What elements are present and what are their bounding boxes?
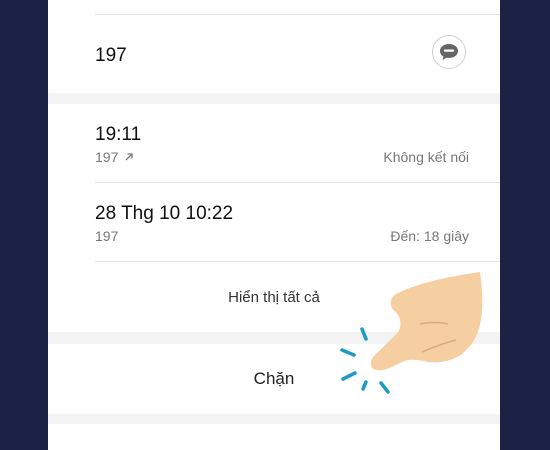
phone-screen: 197 19:11 197 Không kết nối 28 Thg 10 10… xyxy=(48,0,500,450)
message-button[interactable] xyxy=(432,35,466,69)
call-number: 197 xyxy=(95,228,119,244)
call-number-line: 197 xyxy=(95,149,134,165)
call-log-item[interactable]: 19:11 197 Không kết nối xyxy=(48,104,500,182)
call-time: 28 Thg 10 10:22 xyxy=(95,203,234,224)
call-made-arrow-icon xyxy=(125,153,134,161)
contact-number-card: 197 xyxy=(48,0,500,93)
message-bubble-icon xyxy=(440,44,458,60)
call-number: 197 xyxy=(95,149,119,165)
block-card: Chặn xyxy=(48,344,500,414)
next-card xyxy=(48,424,500,450)
call-history-card: 19:11 197 Không kết nối 28 Thg 10 10:22 … xyxy=(48,104,500,332)
call-number-line: 197 xyxy=(95,228,118,244)
call-status: Không kết nối xyxy=(383,149,469,165)
block-button[interactable]: Chặn xyxy=(48,344,500,414)
call-time: 19:11 xyxy=(95,124,142,145)
divider xyxy=(95,14,500,15)
call-log-item[interactable]: 28 Thg 10 10:22 197 Đến: 18 giây xyxy=(48,183,500,261)
contact-number[interactable]: 197 xyxy=(95,45,127,67)
show-all-button[interactable]: Hiển thị tất cả xyxy=(48,262,500,332)
call-status: Đến: 18 giây xyxy=(390,228,469,244)
